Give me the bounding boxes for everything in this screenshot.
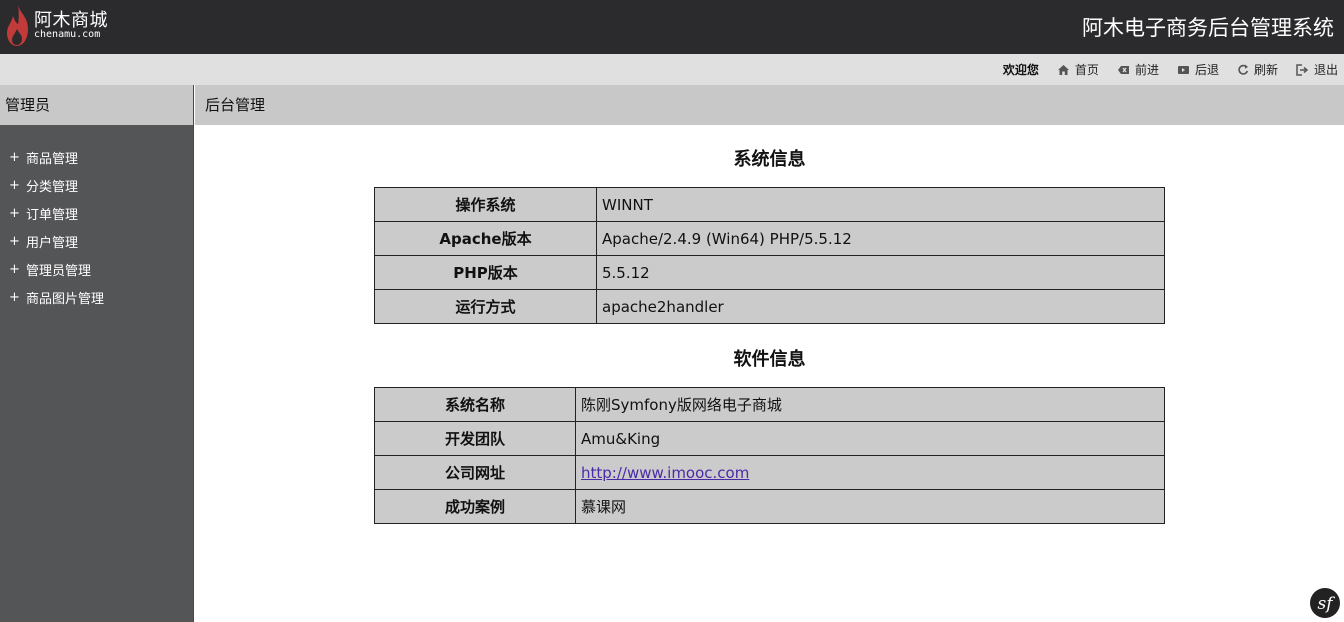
- table-row: 操作系统 WINNT: [374, 187, 1165, 222]
- table-key: 系统名称: [374, 387, 576, 422]
- expand-plus-icon: +: [9, 177, 20, 193]
- logout-label: 退出: [1313, 63, 1338, 77]
- forward-icon: [1117, 65, 1129, 74]
- refresh-link[interactable]: 刷新: [1237, 61, 1278, 78]
- sidebar-item-label: 订单管理: [26, 207, 79, 223]
- expand-plus-icon: +: [9, 205, 20, 221]
- sidebar-item-categories[interactable]: + 分类管理: [0, 171, 193, 199]
- back-icon: [1177, 65, 1189, 74]
- logo[interactable]: 阿木商城 chenamu.com: [4, 3, 124, 49]
- table-value: http://www.imooc.com: [575, 455, 1165, 490]
- refresh-label: 刷新: [1253, 63, 1278, 77]
- table-row: 运行方式 apache2handler: [374, 289, 1165, 324]
- logo-subtitle: chenamu.com: [34, 29, 101, 40]
- symfony-debug-badge[interactable]: sf: [1310, 588, 1340, 618]
- table-value: 慕课网: [575, 489, 1165, 524]
- refresh-icon: [1238, 64, 1249, 75]
- sidebar-item-label: 管理员管理: [26, 263, 92, 279]
- table-key: 操作系统: [374, 187, 597, 222]
- expand-plus-icon: +: [9, 233, 20, 249]
- home-label: 首页: [1074, 63, 1099, 77]
- table-key: PHP版本: [374, 255, 597, 290]
- sidebar-item-orders[interactable]: + 订单管理: [0, 199, 193, 227]
- sidebar-item-products[interactable]: + 商品管理: [0, 143, 193, 171]
- sidebar-item-admins[interactable]: + 管理员管理: [0, 255, 193, 283]
- table-value: 5.5.12: [596, 255, 1165, 290]
- sidebar-item-product-images[interactable]: + 商品图片管理: [0, 283, 193, 311]
- sidebar-heading: 管理员: [0, 85, 193, 125]
- back-link[interactable]: 后退: [1177, 61, 1219, 78]
- main-heading: 后台管理: [195, 85, 1344, 125]
- forward-label: 前进: [1134, 63, 1159, 77]
- table-row: 公司网址 http://www.imooc.com: [374, 455, 1165, 490]
- sidebar-item-users[interactable]: + 用户管理: [0, 227, 193, 255]
- table-row: 系统名称 陈刚Symfony版网络电子商城: [374, 387, 1165, 422]
- system-info-title: 系统信息: [733, 149, 806, 170]
- software-info-title: 软件信息: [733, 349, 806, 370]
- table-value: Apache/2.4.9 (Win64) PHP/5.5.12: [596, 221, 1165, 256]
- table-key: Apache版本: [374, 221, 597, 256]
- welcome-text: 欢迎您: [1002, 63, 1039, 77]
- table-value: apache2handler: [596, 289, 1165, 324]
- table-row: Apache版本 Apache/2.4.9 (Win64) PHP/5.5.12: [374, 221, 1165, 256]
- expand-plus-icon: +: [9, 261, 20, 277]
- sidebar-item-label: 分类管理: [26, 179, 79, 195]
- sidebar-item-label: 商品管理: [26, 151, 79, 167]
- software-info-table: 系统名称 陈刚Symfony版网络电子商城 开发团队 Amu&King 公司网址…: [374, 387, 1165, 524]
- top-header: 阿木商城 chenamu.com 阿木电子商务后台管理系统: [0, 0, 1344, 54]
- sidebar: 管理员 + 商品管理 + 分类管理 + 订单管理 + 用户管理 + 管理员管理 + 商品图片…: [0, 85, 194, 622]
- table-row: 开发团队 Amu&King: [374, 421, 1165, 456]
- company-website-link[interactable]: http://www.imooc.com: [581, 464, 749, 482]
- forward-link[interactable]: 前进: [1117, 61, 1159, 78]
- table-key: 运行方式: [374, 289, 597, 324]
- table-value: WINNT: [596, 187, 1165, 222]
- table-key: 开发团队: [374, 421, 576, 456]
- logout-icon: [1296, 63, 1309, 76]
- table-key: 成功案例: [374, 489, 576, 524]
- nav-toolbar: 欢迎您 首页 前进 后退 刷新 退出: [0, 54, 1344, 85]
- table-row: 成功案例 慕课网: [374, 489, 1165, 524]
- system-title: 阿木电子商务后台管理系统: [1082, 16, 1334, 40]
- flame-icon: [7, 5, 28, 46]
- sidebar-menu: + 商品管理 + 分类管理 + 订单管理 + 用户管理 + 管理员管理 + 商品图片管理: [0, 125, 193, 311]
- table-value: Amu&King: [575, 421, 1165, 456]
- svg-text:sf: sf: [1317, 594, 1335, 614]
- home-link[interactable]: 首页: [1057, 61, 1099, 78]
- sidebar-item-label: 用户管理: [26, 235, 79, 251]
- table-value: 陈刚Symfony版网络电子商城: [575, 387, 1165, 422]
- table-key: 公司网址: [374, 455, 576, 490]
- home-icon: [1057, 64, 1069, 75]
- system-info-table: 操作系统 WINNT Apache版本 Apache/2.4.9 (Win64)…: [374, 187, 1165, 324]
- back-label: 后退: [1194, 63, 1219, 77]
- symfony-icon: sf: [1317, 594, 1335, 614]
- logout-link[interactable]: 退出: [1296, 61, 1338, 78]
- sidebar-item-label: 商品图片管理: [26, 291, 105, 307]
- expand-plus-icon: +: [9, 289, 20, 305]
- table-row: PHP版本 5.5.12: [374, 255, 1165, 290]
- expand-plus-icon: +: [9, 149, 20, 165]
